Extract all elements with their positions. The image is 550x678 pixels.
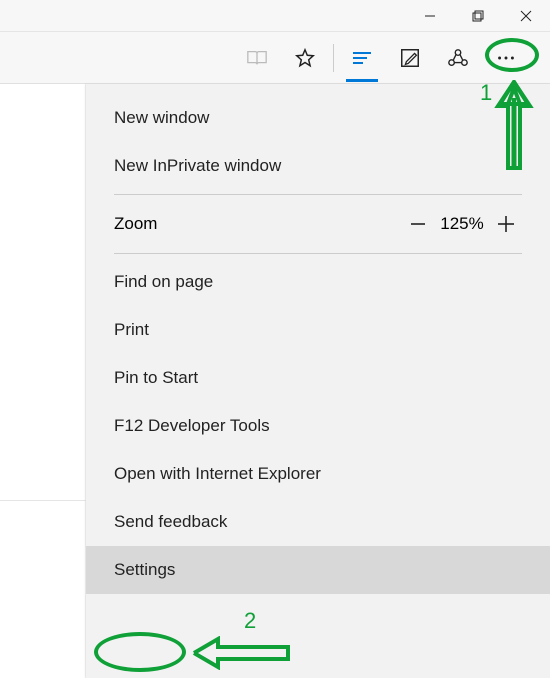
share-icon <box>447 47 469 69</box>
menu-item-label: F12 Developer Tools <box>114 416 270 436</box>
page-background-left <box>0 84 86 678</box>
menu-feedback[interactable]: Send feedback <box>86 498 550 546</box>
menu-new-window[interactable]: New window <box>86 94 550 142</box>
menu-new-inprivate[interactable]: New InPrivate window <box>86 142 550 190</box>
toolbar-separator <box>333 44 334 72</box>
plus-icon <box>495 213 517 235</box>
minus-icon <box>408 214 428 234</box>
star-icon <box>294 47 316 69</box>
menu-open-ie[interactable]: Open with Internet Explorer <box>86 450 550 498</box>
page-background-divider <box>0 500 86 501</box>
hub-icon <box>350 46 374 70</box>
more-icon <box>495 47 517 69</box>
zoom-in-button[interactable] <box>490 213 522 235</box>
menu-print[interactable]: Print <box>86 306 550 354</box>
reading-view-icon <box>246 47 268 69</box>
share-button[interactable] <box>434 34 482 82</box>
hub-active-indicator <box>346 79 378 82</box>
zoom-label: Zoom <box>114 214 157 234</box>
menu-item-label: Find on page <box>114 272 213 292</box>
minimize-button[interactable] <box>406 0 454 32</box>
zoom-out-button[interactable] <box>402 214 434 234</box>
maximize-icon <box>472 10 484 22</box>
menu-item-label: Settings <box>114 560 175 580</box>
webnote-icon <box>399 47 421 69</box>
browser-toolbar <box>0 32 550 84</box>
menu-zoom-row: Zoom 125% <box>86 199 550 249</box>
menu-devtools[interactable]: F12 Developer Tools <box>86 402 550 450</box>
menu-item-label: Pin to Start <box>114 368 198 388</box>
window-titlebar <box>0 0 550 32</box>
reading-view-button[interactable] <box>233 34 281 82</box>
more-menu: New window New InPrivate window Zoom 125… <box>86 84 550 678</box>
menu-item-label: Open with Internet Explorer <box>114 464 321 484</box>
favorites-button[interactable] <box>281 34 329 82</box>
webnote-button[interactable] <box>386 34 434 82</box>
zoom-value: 125% <box>434 214 490 234</box>
more-button[interactable] <box>482 34 530 82</box>
menu-settings[interactable]: Settings <box>86 546 550 594</box>
hub-button[interactable] <box>338 34 386 82</box>
close-icon <box>520 10 532 22</box>
menu-item-label: New InPrivate window <box>114 156 281 176</box>
content-area: New window New InPrivate window Zoom 125… <box>0 84 550 678</box>
menu-separator <box>114 253 522 254</box>
close-button[interactable] <box>502 0 550 32</box>
menu-item-label: Print <box>114 320 149 340</box>
maximize-button[interactable] <box>454 0 502 32</box>
menu-find[interactable]: Find on page <box>86 258 550 306</box>
menu-separator <box>114 194 522 195</box>
menu-item-label: New window <box>114 108 209 128</box>
minimize-icon <box>424 10 436 22</box>
menu-pin[interactable]: Pin to Start <box>86 354 550 402</box>
menu-item-label: Send feedback <box>114 512 227 532</box>
